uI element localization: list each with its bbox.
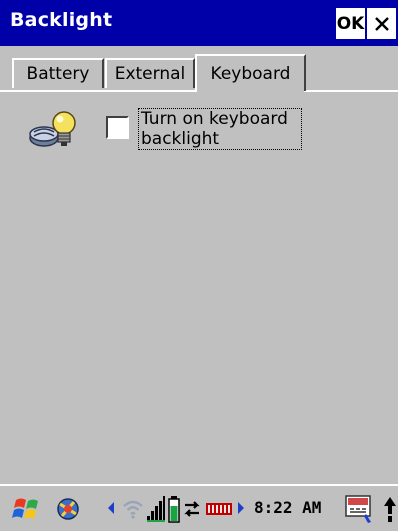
- keyboard-backlight-label[interactable]: Turn on keyboard backlight: [138, 108, 302, 150]
- sync-icon[interactable]: [182, 498, 202, 520]
- keyboard-backlight-checkbox[interactable]: [106, 116, 129, 139]
- tab-strip: Battery External Keyboard: [0, 46, 398, 96]
- clock[interactable]: 8:22 AM: [254, 498, 338, 520]
- close-icon: [374, 16, 389, 31]
- title-bar: Backlight OK: [0, 0, 398, 46]
- scroll-left-icon[interactable]: [106, 500, 116, 516]
- tab-keyboard[interactable]: Keyboard: [195, 54, 306, 91]
- keyboard-tab-panel: Turn on keyboard backlight: [0, 92, 398, 484]
- wifi-icon[interactable]: [121, 496, 145, 520]
- signal-strength-icon[interactable]: [146, 494, 166, 524]
- ok-button[interactable]: OK: [336, 8, 365, 39]
- taskbar: 8:22 AM: [0, 484, 398, 531]
- app-icon[interactable]: [54, 496, 82, 522]
- tab-battery[interactable]: Battery: [12, 58, 104, 88]
- keyboard-status-icon[interactable]: [205, 500, 233, 518]
- input-panel-icon[interactable]: [344, 492, 374, 526]
- start-flag-icon[interactable]: [12, 494, 42, 524]
- window-title: Backlight: [10, 9, 113, 31]
- battery-level-icon[interactable]: [168, 494, 180, 524]
- lightbulb-icon: [29, 111, 76, 147]
- scroll-right-icon[interactable]: [236, 500, 246, 516]
- tab-external[interactable]: External: [105, 58, 195, 88]
- close-button[interactable]: [367, 8, 396, 39]
- up-arrow-icon[interactable]: [382, 494, 398, 524]
